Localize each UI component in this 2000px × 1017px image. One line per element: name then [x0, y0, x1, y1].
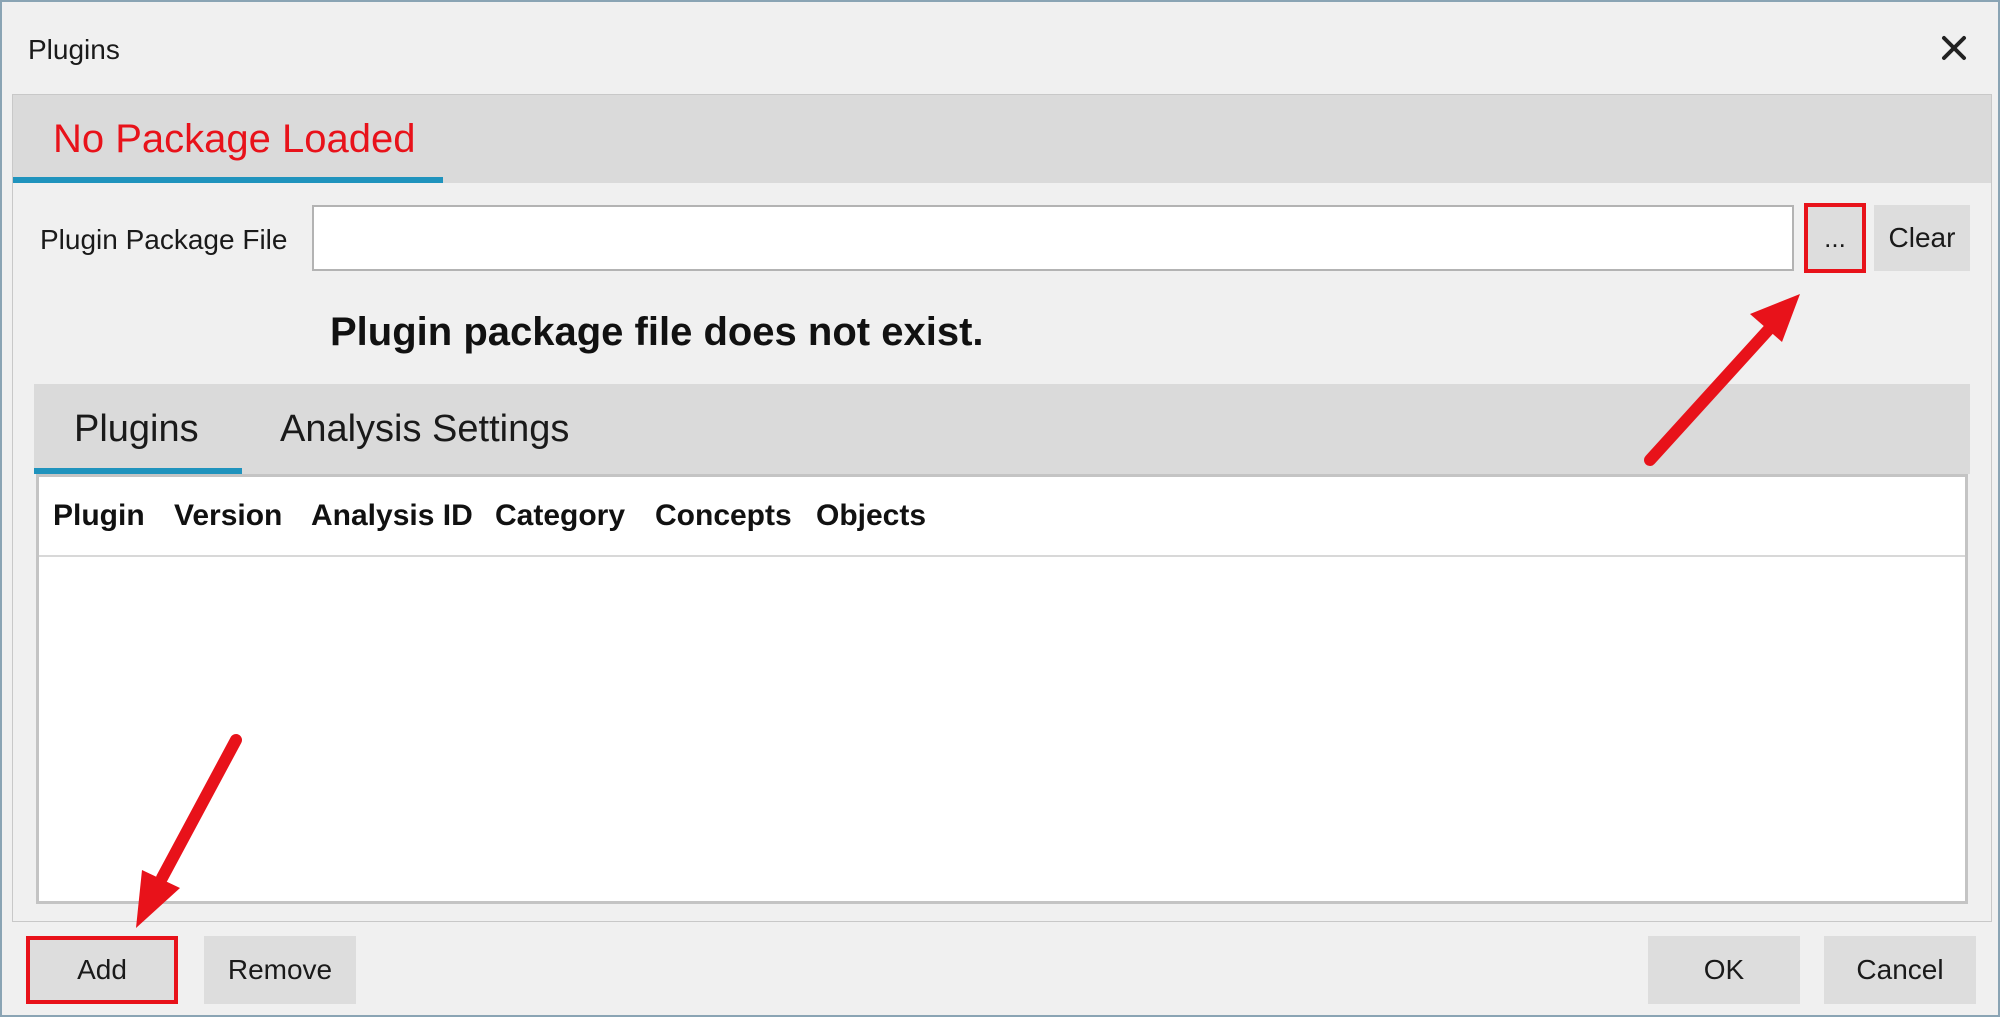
plugins-table[interactable]: Plugin Version Analysis ID Category Conc… — [36, 474, 1968, 904]
package-tabstrip: No Package Loaded — [13, 95, 1991, 183]
plugins-dialog: Plugins No Package Loaded Plugin Package… — [0, 0, 2000, 1017]
plugin-package-file-input[interactable] — [312, 205, 1794, 271]
status-message: Plugin package file does not exist. — [330, 310, 984, 354]
browse-button[interactable]: ... — [1804, 203, 1866, 273]
add-button[interactable]: Add — [26, 936, 178, 1004]
cancel-button[interactable]: Cancel — [1824, 936, 1976, 1004]
column-header-analysis-id[interactable]: Analysis ID — [311, 499, 473, 533]
plugins-tabstrip: Plugins Analysis Settings — [34, 384, 1970, 474]
package-tab-label: No Package Loaded — [53, 117, 416, 161]
close-icon — [1942, 36, 1966, 60]
column-header-version[interactable]: Version — [174, 499, 282, 533]
ok-button[interactable]: OK — [1648, 936, 1800, 1004]
column-header-category[interactable]: Category — [495, 499, 625, 533]
column-header-concepts[interactable]: Concepts — [655, 499, 792, 533]
tab-plugins-label: Plugins — [74, 408, 199, 450]
plugin-package-file-label: Plugin Package File — [40, 224, 288, 255]
table-header: Plugin Version Analysis ID Category Conc… — [39, 477, 1965, 557]
clear-button[interactable]: Clear — [1874, 205, 1970, 271]
column-header-plugin[interactable]: Plugin — [53, 499, 145, 533]
close-button[interactable] — [1934, 28, 1974, 68]
tab-package[interactable]: No Package Loaded — [13, 95, 443, 183]
tab-analysis-settings-label: Analysis Settings — [280, 408, 570, 450]
tab-analysis-settings[interactable]: Analysis Settings — [270, 384, 650, 474]
remove-button[interactable]: Remove — [204, 936, 356, 1004]
column-header-objects[interactable]: Objects — [816, 499, 926, 533]
dialog-title: Plugins — [28, 34, 120, 65]
tab-plugins[interactable]: Plugins — [34, 384, 242, 474]
